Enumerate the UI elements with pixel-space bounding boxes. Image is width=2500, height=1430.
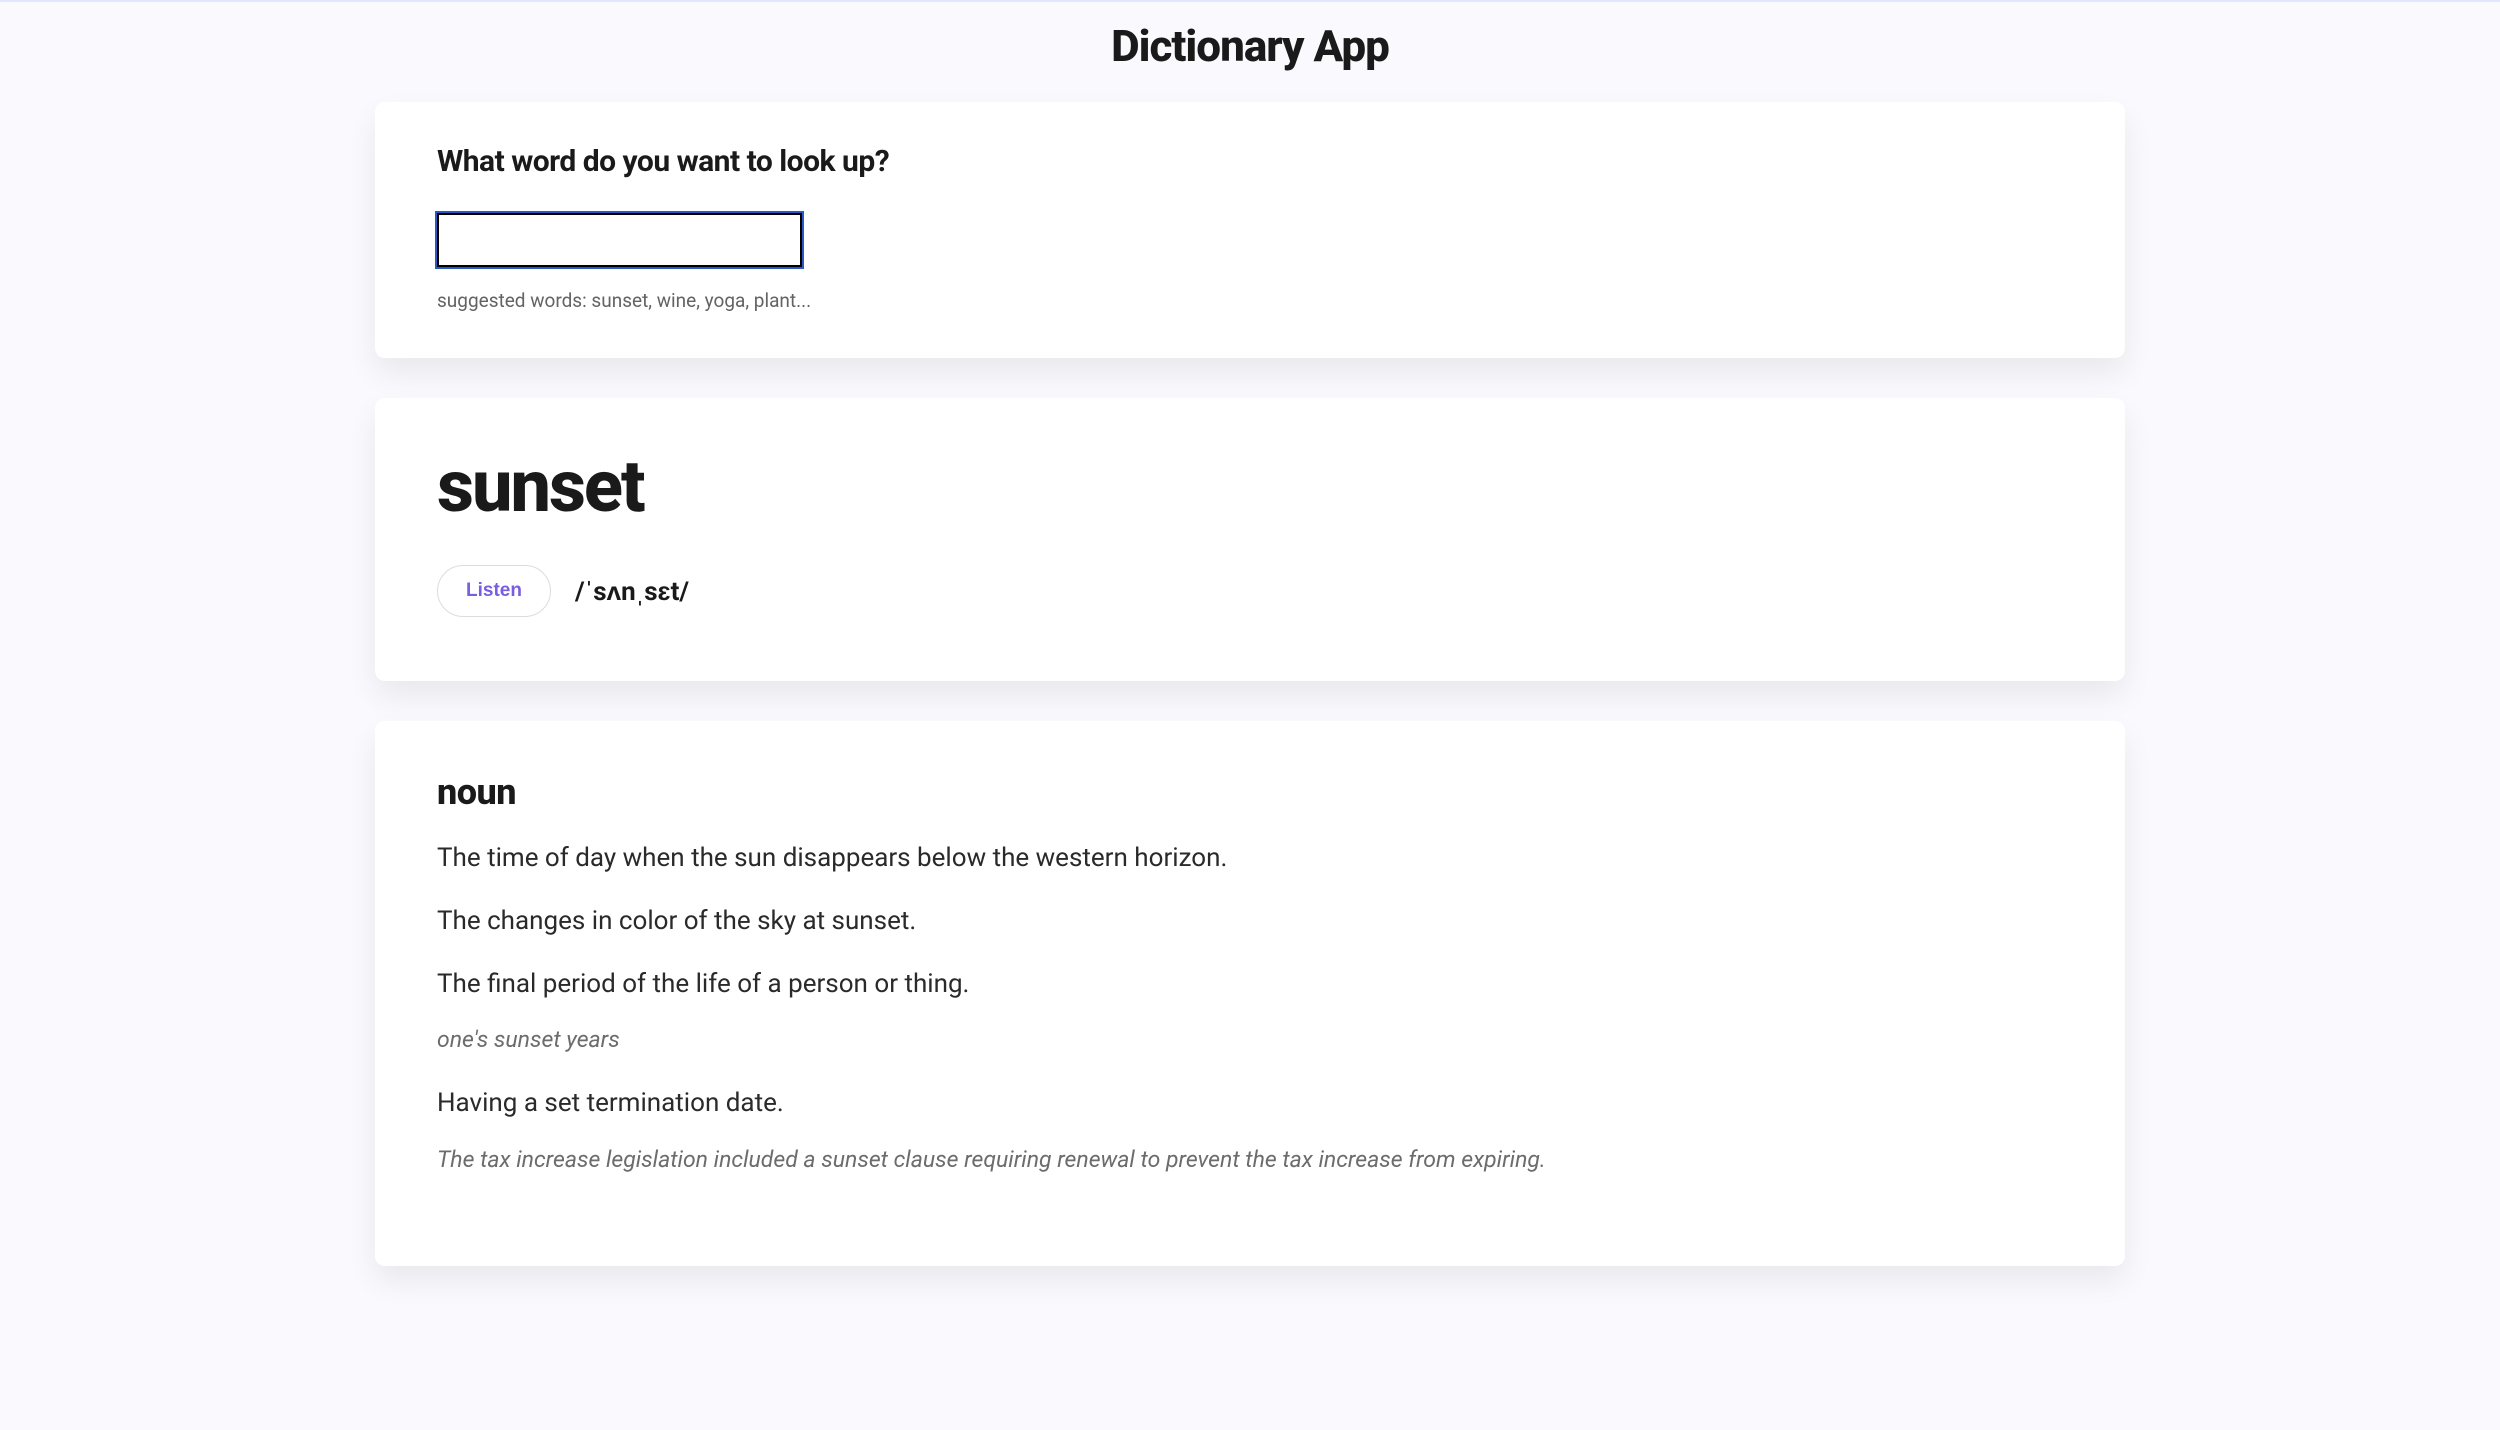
definitions-card: noun The time of day when the sun disapp… (375, 721, 2125, 1266)
suggested-words: suggested words: sunset, wine, yoga, pla… (437, 289, 2063, 312)
word-card: sunset Listen /ˈsʌnˌsɛt/ (375, 398, 2125, 681)
definition-example: one's sunset years (437, 1024, 2063, 1056)
definition-text: Having a set termination date. (437, 1086, 2063, 1121)
phonetic-text: /ˈsʌnˌsɛt/ (575, 576, 689, 607)
search-prompt: What word do you want to look up? (437, 144, 2063, 179)
definitions-list: The time of day when the sun disappears … (437, 841, 2063, 1176)
definition-text: The final period of the life of a person… (437, 967, 2063, 1002)
definition-text: The time of day when the sun disappears … (437, 841, 2063, 876)
app-title: Dictionary App (375, 2, 2125, 102)
part-of-speech: noun (437, 771, 2063, 813)
search-card: What word do you want to look up? sugges… (375, 102, 2125, 358)
listen-button[interactable]: Listen (437, 565, 551, 617)
word-heading: sunset (437, 444, 2063, 529)
definition-example: The tax increase legislation included a … (437, 1144, 2063, 1176)
pronunciation-row: Listen /ˈsʌnˌsɛt/ (437, 565, 2063, 617)
definition-text: The changes in color of the sky at sunse… (437, 904, 2063, 939)
search-input[interactable] (437, 213, 802, 267)
